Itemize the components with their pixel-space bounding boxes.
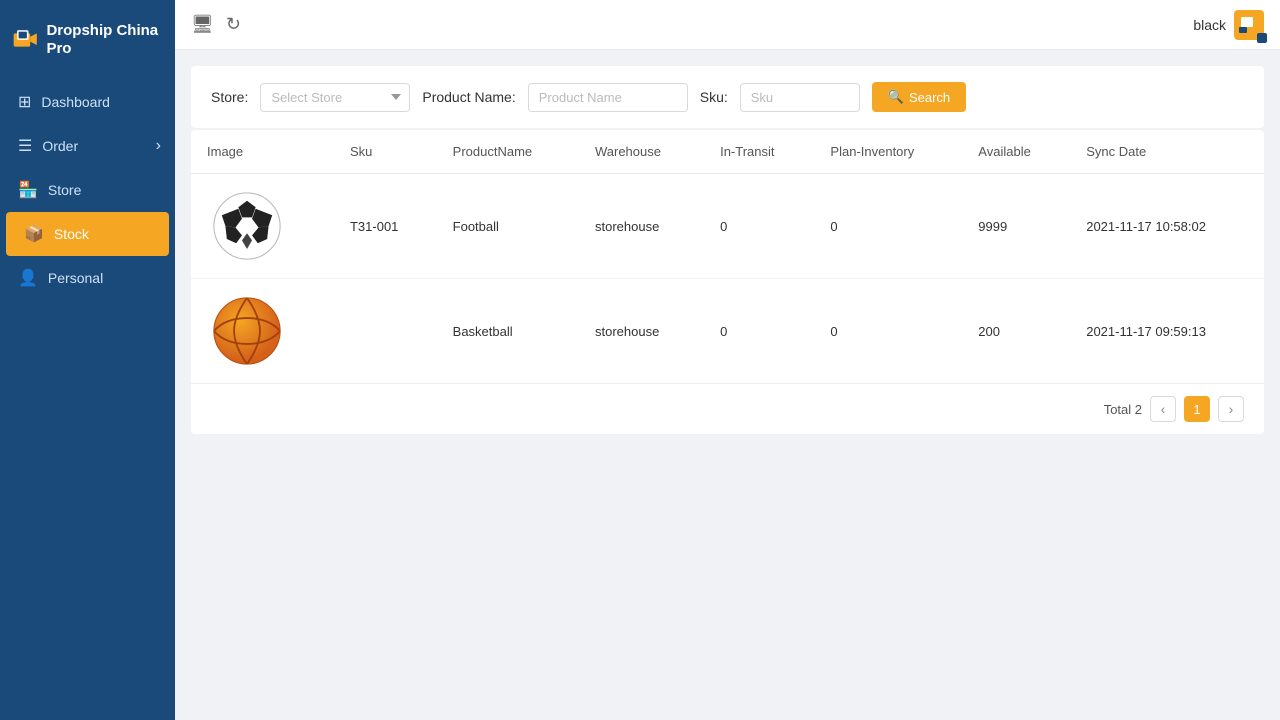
store-select[interactable]: Select Store	[260, 83, 410, 112]
topbar-right: black	[1193, 10, 1264, 40]
cell-plan-inventory: 0	[814, 279, 962, 384]
topbar-left: 🖥 ↻	[191, 14, 241, 35]
refresh-icon[interactable]: ↻	[226, 14, 241, 35]
cell-in-transit: 0	[704, 279, 814, 384]
sidebar-item-label: Stock	[54, 226, 89, 242]
sidebar-item-store[interactable]: 🏪 Store	[0, 168, 175, 212]
filter-bar: Store: Select Store Product Name: Sku: 🔍…	[191, 66, 1264, 128]
table-body: T31-001 Football storehouse 0 0 9999 202…	[191, 174, 1264, 384]
sku-input[interactable]	[740, 83, 860, 112]
col-warehouse: Warehouse	[579, 130, 704, 174]
basketball-icon	[211, 295, 283, 367]
col-product-name: ProductName	[437, 130, 579, 174]
col-available: Available	[962, 130, 1070, 174]
cell-image	[191, 279, 334, 384]
logo-icon	[12, 24, 38, 56]
total-label: Total 2	[1104, 402, 1142, 417]
col-image: Image	[191, 130, 334, 174]
product-name-label: Product Name:	[422, 89, 515, 105]
avatar-icon	[1239, 15, 1259, 35]
table-row: T31-001 Football storehouse 0 0 9999 202…	[191, 174, 1264, 279]
cell-plan-inventory: 0	[814, 174, 962, 279]
prev-page-button[interactable]: ‹	[1150, 396, 1176, 422]
stock-icon: 📦	[24, 224, 44, 244]
topbar: 🖥 ↻ black	[175, 0, 1280, 50]
col-plan-inventory: Plan-Inventory	[814, 130, 962, 174]
table: Image Sku ProductName Warehouse In-Trans…	[191, 130, 1264, 383]
personal-icon: 👤	[18, 268, 38, 288]
sidebar-logo[interactable]: Dropship China Pro	[0, 0, 175, 80]
content-area: Store: Select Store Product Name: Sku: 🔍…	[175, 50, 1280, 720]
dashboard-icon: ⊞	[18, 92, 31, 112]
cell-sync-date: 2021-11-17 09:59:13	[1070, 279, 1264, 384]
cell-sku	[334, 279, 437, 384]
sidebar-item-label: Store	[48, 182, 81, 198]
pagination: Total 2 ‹ 1 ›	[191, 383, 1264, 434]
search-icon: 🔍	[888, 89, 904, 105]
stock-table: Image Sku ProductName Warehouse In-Trans…	[191, 130, 1264, 434]
cell-warehouse: storehouse	[579, 174, 704, 279]
col-sku: Sku	[334, 130, 437, 174]
table-header-row: Image Sku ProductName Warehouse In-Trans…	[191, 130, 1264, 174]
cell-product-name: Football	[437, 174, 579, 279]
sidebar-item-order[interactable]: ☰ Order	[0, 124, 175, 168]
sidebar-item-stock[interactable]: 📦 Stock	[6, 212, 169, 256]
cell-sync-date: 2021-11-17 10:58:02	[1070, 174, 1264, 279]
sidebar-item-dashboard[interactable]: ⊞ Dashboard	[0, 80, 175, 124]
cell-image	[191, 174, 334, 279]
page-1-button[interactable]: 1	[1184, 396, 1210, 422]
sidebar-item-label: Order	[42, 138, 78, 154]
app-name: Dropship China Pro	[46, 22, 163, 58]
main-content: 🖥 ↻ black Store: Select Store Product Na…	[175, 0, 1280, 720]
table-row: Basketball storehouse 0 0 200 2021-11-17…	[191, 279, 1264, 384]
monitor-icon[interactable]: 🖥	[191, 14, 214, 35]
user-avatar[interactable]	[1234, 10, 1264, 40]
cell-sku: T31-001	[334, 174, 437, 279]
order-icon: ☰	[18, 136, 32, 156]
col-in-transit: In-Transit	[704, 130, 814, 174]
username-label: black	[1193, 17, 1226, 33]
product-image-soccer	[207, 186, 287, 266]
sidebar-item-personal[interactable]: 👤 Personal	[0, 256, 175, 300]
sidebar-item-label: Dashboard	[41, 94, 110, 110]
cell-available: 200	[962, 279, 1070, 384]
cell-warehouse: storehouse	[579, 279, 704, 384]
store-label: Store:	[211, 89, 248, 105]
next-page-button[interactable]: ›	[1218, 396, 1244, 422]
store-icon: 🏪	[18, 180, 38, 200]
sidebar-item-label: Personal	[48, 270, 103, 286]
product-name-input[interactable]	[528, 83, 688, 112]
col-sync-date: Sync Date	[1070, 130, 1264, 174]
search-button[interactable]: 🔍 Search	[872, 82, 966, 112]
cell-available: 9999	[962, 174, 1070, 279]
sidebar: Dropship China Pro ⊞ Dashboard ☰ Order 🏪…	[0, 0, 175, 720]
cell-product-name: Basketball	[437, 279, 579, 384]
cell-in-transit: 0	[704, 174, 814, 279]
product-image-basketball	[207, 291, 287, 371]
soccer-ball-icon	[211, 190, 283, 262]
sku-label: Sku:	[700, 89, 728, 105]
